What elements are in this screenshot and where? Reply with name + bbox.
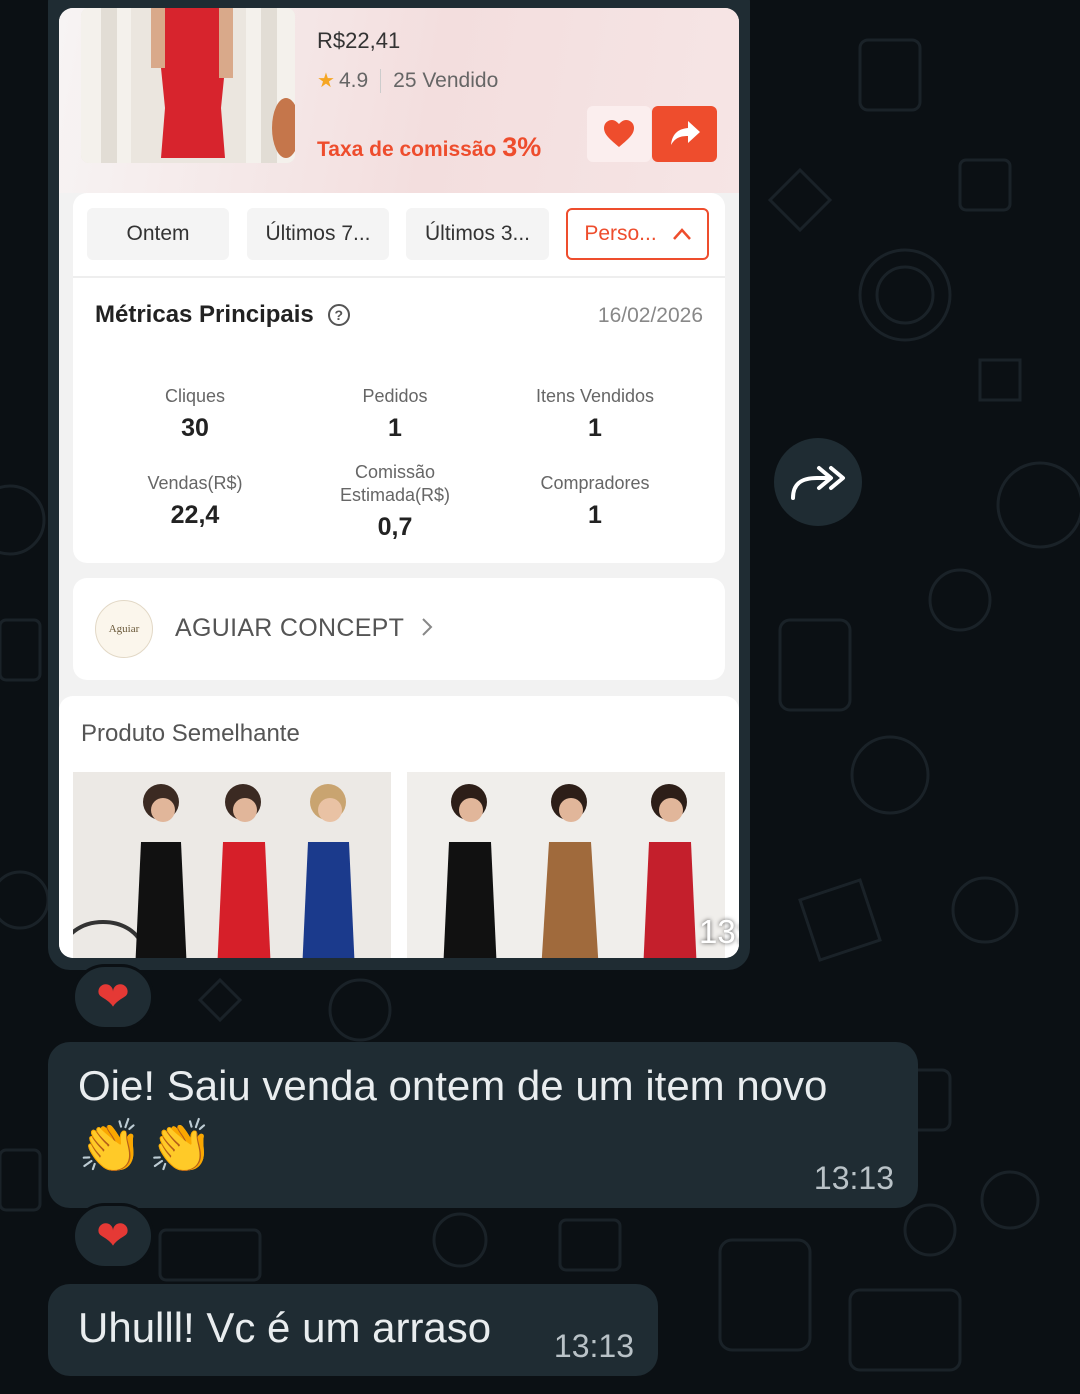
metric-buyers: Compradores 1 [495, 472, 695, 530]
rating-value: 4.9 [338, 68, 369, 92]
image-timestamp: 13:13 [699, 913, 739, 950]
reaction-badge[interactable]: ❤ [72, 964, 154, 1030]
shop-logo-text: Aguiar [108, 623, 140, 635]
message-time: 13:13 [813, 1160, 894, 1196]
heart-icon [604, 120, 634, 147]
metric-label: Cliques [164, 386, 226, 406]
message-bubble[interactable]: Uhulll! Vc é um arraso 13:13 [48, 1284, 658, 1376]
metric-sales: Vendas(R$) 22,4 [95, 472, 295, 530]
message-text: Uhulll! Vc é um arraso [78, 1304, 492, 1351]
heart-reaction-icon: ❤ [96, 1214, 130, 1258]
similar-product-image[interactable] [73, 772, 391, 958]
message-text: Oie! Saiu venda ontem de um item novo [78, 1062, 828, 1109]
message-bubble[interactable]: Oie! Saiu venda ontem de um item novo 👏👏… [48, 1042, 918, 1208]
metrics-card: Ontem Últimos 7... Últimos 3... Perso...… [73, 193, 725, 563]
shared-screenshot[interactable]: R$22,41 ★ 4.9 25 Vendido Taxa de comissã… [59, 8, 739, 958]
metric-label: Pedidos [362, 386, 428, 406]
shop-row[interactable]: Aguiar AGUIAR CONCEPT [73, 578, 725, 680]
filter-yesterday[interactable]: Ontem [87, 208, 229, 260]
similar-products: Produto Semelhante [59, 696, 739, 958]
metrics-title: Métricas Principais ? [95, 301, 350, 329]
heart-reaction-icon: ❤ [96, 975, 130, 1019]
metric-label: Itens Vendidos [535, 386, 655, 406]
metric-orders: Pedidos 1 [295, 385, 495, 443]
divider [380, 68, 382, 93]
shop-logo: Aguiar [95, 600, 153, 658]
product-price: R$22,41 [317, 28, 401, 53]
filter-custom[interactable]: Perso... [566, 208, 709, 260]
filter-last-7[interactable]: Últimos 7... [247, 208, 389, 260]
metric-items-sold: Itens Vendidos 1 [495, 385, 695, 443]
favorite-button[interactable] [587, 106, 651, 162]
message-time: 13:13 [553, 1328, 634, 1364]
product-header: R$22,41 ★ 4.9 25 Vendido Taxa de comissã… [59, 8, 739, 193]
reaction-badge[interactable]: ❤ [72, 1203, 154, 1269]
commission-rate: Taxa de comissão 3% [317, 132, 541, 163]
metric-label: Comissão Estimada(R$) [339, 462, 451, 505]
metric-value: 1 [388, 414, 402, 442]
metric-value: 1 [588, 501, 602, 529]
shop-name: AGUIAR CONCEPT [175, 614, 433, 643]
share-button[interactable] [652, 106, 717, 162]
filter-last-30[interactable]: Últimos 3... [406, 208, 549, 260]
chevron-up-icon [672, 228, 691, 240]
metrics-date: 16/02/2026 [597, 304, 703, 327]
metric-value: 30 [181, 414, 209, 442]
shop-name-text: AGUIAR CONCEPT [175, 614, 404, 642]
product-photo [81, 8, 295, 163]
star-icon: ★ [317, 70, 335, 92]
divider [73, 276, 725, 278]
clapping-hands-emoji: 👏👏 [78, 1118, 220, 1176]
metric-label: Compradores [540, 473, 650, 493]
metrics-title-text: Métricas Principais [95, 301, 314, 328]
metric-label: Vendas(R$) [147, 473, 243, 493]
sold-count: 25 Vendido [393, 68, 499, 92]
metric-est-commission: Comissão Estimada(R$) 0,7 [295, 461, 495, 542]
chevron-right-icon [422, 618, 433, 636]
similar-product-image[interactable] [407, 772, 725, 958]
commission-label: Taxa de comissão [317, 138, 497, 161]
product-rating: ★ 4.9 25 Vendido [317, 68, 498, 93]
filter-custom-label: Perso... [584, 222, 657, 245]
metric-clicks: Cliques 30 [95, 385, 295, 443]
forward-button[interactable] [774, 438, 862, 526]
help-icon[interactable]: ? [327, 304, 350, 326]
metric-value: 0,7 [377, 513, 413, 541]
share-arrow-icon [670, 121, 700, 145]
metric-value: 1 [588, 414, 602, 442]
similar-title: Produto Semelhante [81, 720, 300, 747]
forward-icon [791, 466, 845, 500]
commission-value: 3% [502, 132, 542, 162]
metric-value: 22,4 [170, 501, 220, 529]
